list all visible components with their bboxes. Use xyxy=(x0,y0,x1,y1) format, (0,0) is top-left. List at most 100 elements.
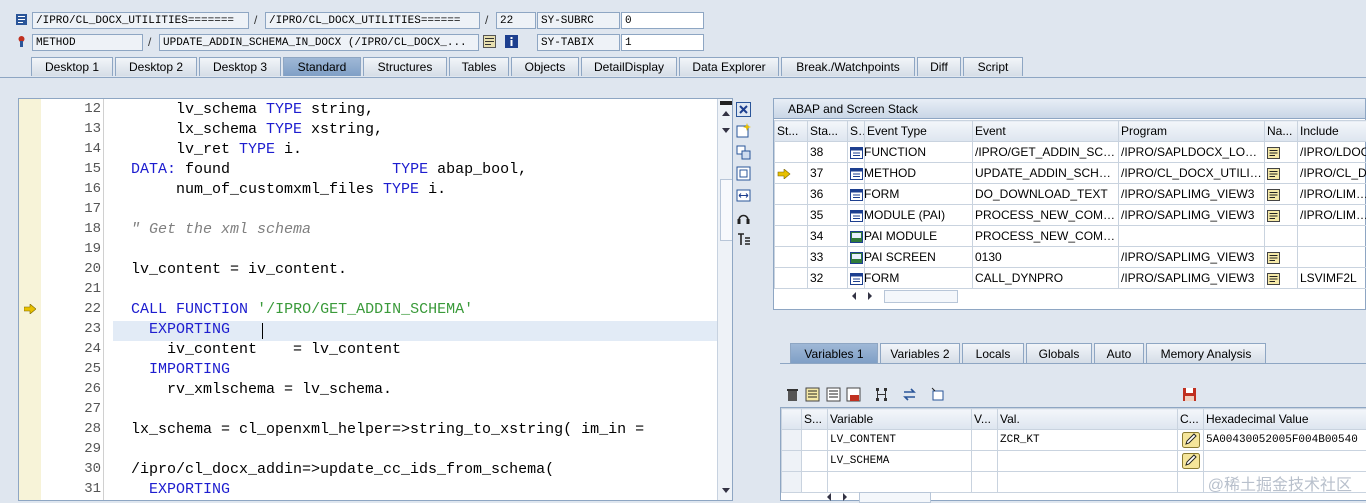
stack-row[interactable]: 38FUNCTION/IPRO/GET_ADDIN_SCH.../IPRO/SA… xyxy=(775,142,1366,163)
navigate-icon[interactable] xyxy=(483,35,496,48)
column-header[interactable]: C... xyxy=(1178,409,1204,430)
close-icon[interactable] xyxy=(736,102,751,117)
tab-desktop-1[interactable]: Desktop 1 xyxy=(31,57,113,76)
source-code-editor[interactable]: 1213141516171819202122232425262728293031… xyxy=(18,98,733,501)
column-header[interactable]: Event xyxy=(973,121,1119,142)
tab-globals[interactable]: Globals xyxy=(1026,343,1092,363)
scroll-right-icon[interactable] xyxy=(866,291,874,301)
variable-change-cell[interactable] xyxy=(1178,430,1204,451)
navigate-source-icon[interactable] xyxy=(1267,147,1280,159)
new-window-icon[interactable] xyxy=(930,387,945,402)
variable-name[interactable]: LV_CONTENT xyxy=(828,430,972,451)
stack-nav-cell[interactable] xyxy=(1265,184,1298,205)
tab-diff[interactable]: Diff xyxy=(917,57,961,76)
stack-row[interactable]: 37METHODUPDATE_ADDIN_SCHEM.../IPRO/CL_DO… xyxy=(775,163,1366,184)
tab-breakpoints[interactable]: Break./Watchpoints xyxy=(781,57,915,76)
edit-pencil-icon[interactable] xyxy=(1182,453,1200,469)
tab-variables-1[interactable]: Variables 1 xyxy=(790,343,878,363)
stack-table[interactable]: St... Sta... S... Event Type Event Progr… xyxy=(774,120,1366,289)
line-field[interactable]: 22 xyxy=(496,12,536,29)
scroll-left-icon[interactable] xyxy=(850,291,858,301)
stack-nav-cell[interactable] xyxy=(1265,142,1298,163)
tab-locals[interactable]: Locals xyxy=(962,343,1024,363)
service-icon[interactable] xyxy=(736,210,751,225)
navigate-source-icon[interactable] xyxy=(1267,168,1280,180)
tab-data-explorer[interactable]: Data Explorer xyxy=(679,57,779,76)
tab-desktop-3[interactable]: Desktop 3 xyxy=(199,57,281,76)
variable-change-cell[interactable] xyxy=(1178,451,1204,472)
scroll-thumb[interactable] xyxy=(720,179,733,241)
navigate-source-icon[interactable] xyxy=(1267,189,1280,201)
column-header[interactable]: Event Type xyxy=(865,121,973,142)
stack-nav-cell[interactable] xyxy=(1265,205,1298,226)
row-selector[interactable] xyxy=(782,451,802,472)
sy-tabix-value[interactable]: 1 xyxy=(621,34,704,51)
tab-memory-analysis[interactable]: Memory Analysis xyxy=(1146,343,1266,363)
column-header[interactable]: Program xyxy=(1119,121,1265,142)
delete-icon[interactable] xyxy=(785,387,800,402)
column-header[interactable]: Val. xyxy=(998,409,1178,430)
stack-nav-cell[interactable] xyxy=(1265,268,1298,289)
save-variables-icon[interactable] xyxy=(846,387,861,402)
navigate-source-icon[interactable] xyxy=(1267,273,1280,285)
swap-icon[interactable] xyxy=(736,188,751,203)
list-icon[interactable] xyxy=(826,387,841,402)
column-header[interactable]: Na... xyxy=(1265,121,1298,142)
tab-auto[interactable]: Auto xyxy=(1094,343,1144,363)
tab-standard[interactable]: Standard xyxy=(283,57,361,76)
column-header[interactable]: St... xyxy=(775,121,808,142)
transfer-icon[interactable] xyxy=(902,387,917,402)
scroll-down-icon[interactable] xyxy=(721,487,731,495)
list-icon[interactable] xyxy=(805,387,820,402)
column-header[interactable]: Hexadecimal Value xyxy=(1204,409,1366,430)
navigate-source-icon[interactable] xyxy=(1267,252,1280,264)
variable-row[interactable]: LV_CONTENTZCR_KT5A00430052005F004B00540 xyxy=(782,430,1366,451)
column-header[interactable]: Sta... xyxy=(808,121,848,142)
stack-row[interactable]: 33PAI SCREEN0130/IPRO/SAPLIMG_VIEW3 xyxy=(775,247,1366,268)
stack-row[interactable]: 35MODULE (PAI)PROCESS_NEW_COMMA.../IPRO/… xyxy=(775,205,1366,226)
current-level-arrow-icon xyxy=(777,169,791,179)
tab-variables-2[interactable]: Variables 2 xyxy=(880,343,960,363)
maximize-icon[interactable] xyxy=(736,166,751,181)
program-field[interactable]: /IPRO/CL_DOCX_UTILITIES======= xyxy=(32,12,249,29)
new-tool-icon[interactable] xyxy=(736,123,751,138)
stack-nav-cell[interactable] xyxy=(1265,226,1298,247)
tab-detaildisplay[interactable]: DetailDisplay xyxy=(581,57,677,76)
hierarchy-icon[interactable] xyxy=(874,387,889,402)
column-header[interactable]: S... xyxy=(802,409,828,430)
tab-tables[interactable]: Tables xyxy=(449,57,509,76)
vertical-scrollbar[interactable] xyxy=(717,99,733,500)
stack-row[interactable]: 36FORMDO_DOWNLOAD_TEXT/IPRO/SAPLIMG_VIEW… xyxy=(775,184,1366,205)
scroll-down-icon[interactable] xyxy=(721,127,731,135)
stack-row[interactable]: 34PAI MODULEPROCESS_NEW_COMMA... xyxy=(775,226,1366,247)
tab-desktop-2[interactable]: Desktop 2 xyxy=(115,57,197,76)
breakpoint-gutter[interactable] xyxy=(19,99,42,500)
event-type-field[interactable]: METHOD xyxy=(32,34,143,51)
tab-structures[interactable]: Structures xyxy=(363,57,447,76)
variable-value[interactable] xyxy=(998,451,1178,472)
stack-row[interactable]: 32FORMCALL_DYNPRO/IPRO/SAPLIMG_VIEW3LSVI… xyxy=(775,268,1366,289)
info-icon[interactable] xyxy=(505,35,518,48)
tab-script[interactable]: Script xyxy=(963,57,1023,76)
column-header[interactable]: S... xyxy=(848,121,865,142)
tab-objects[interactable]: Objects xyxy=(511,57,579,76)
navigate-source-icon[interactable] xyxy=(1267,210,1280,222)
column-header[interactable]: Include xyxy=(1298,121,1366,142)
include-field[interactable]: /IPRO/CL_DOCX_UTILITIES====== xyxy=(265,12,480,29)
scroll-up-icon[interactable] xyxy=(721,109,731,117)
variable-value[interactable]: ZCR_KT xyxy=(998,430,1178,451)
row-selector[interactable] xyxy=(782,430,802,451)
sy-subrc-value[interactable]: 0 xyxy=(621,12,704,29)
event-field[interactable]: UPDATE_ADDIN_SCHEMA_IN_DOCX (/IPRO/CL_DO… xyxy=(159,34,479,51)
variable-row[interactable]: LV_SCHEMA xyxy=(782,451,1366,472)
column-header[interactable]: Variable xyxy=(828,409,972,430)
edit-pencil-icon[interactable] xyxy=(1182,432,1200,448)
column-header[interactable]: V... xyxy=(972,409,998,430)
stack-nav-cell[interactable] xyxy=(1265,163,1298,184)
stack-nav-cell[interactable] xyxy=(1265,247,1298,268)
save-icon[interactable] xyxy=(1182,387,1197,402)
settings-icon[interactable] xyxy=(736,232,751,247)
replace-tool-icon[interactable] xyxy=(736,145,751,160)
variable-name[interactable]: LV_SCHEMA xyxy=(828,451,972,472)
horizontal-scrollbar[interactable] xyxy=(850,289,960,303)
